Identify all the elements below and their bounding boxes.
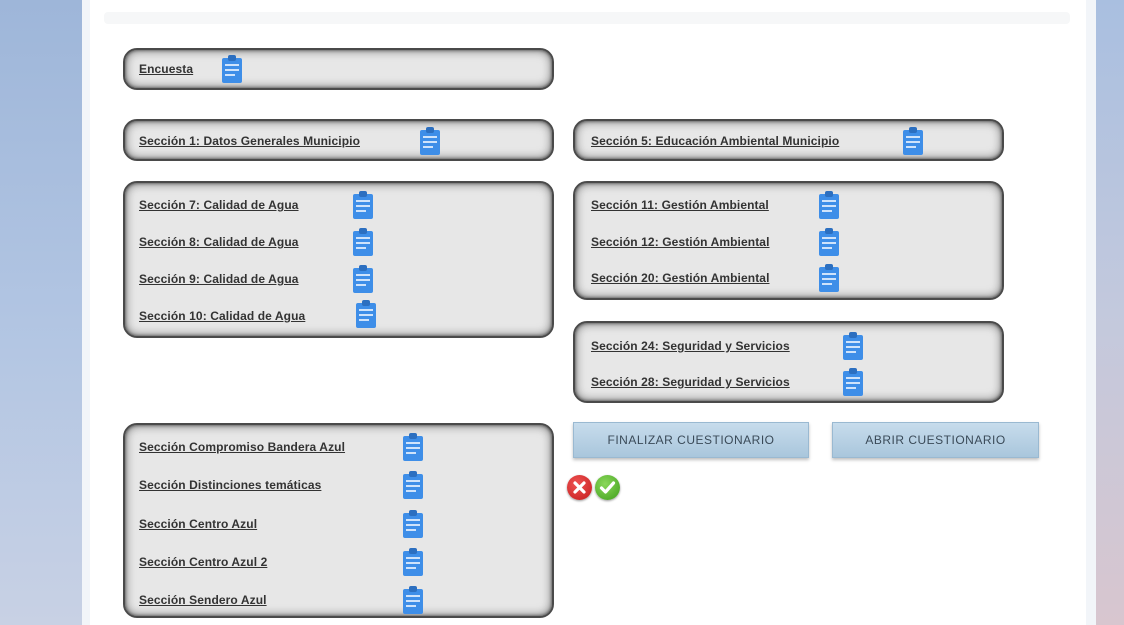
panel-seccion-1: Sección 1: Datos Generales Municipio	[123, 119, 554, 161]
seccion-8-link[interactable]: Sección 8: Calidad de Agua	[139, 235, 299, 249]
list-item: Sección Compromiso Bandera Azul	[139, 433, 539, 461]
seccion-distinciones-tematicas-link[interactable]: Sección Distinciones temáticas	[139, 478, 321, 492]
panel-encuesta: Encuesta	[123, 48, 554, 90]
clipboard-icon[interactable]	[842, 331, 864, 361]
list-item: Sección 11: Gestión Ambiental	[591, 191, 991, 219]
clipboard-icon[interactable]	[352, 190, 374, 220]
clipboard-icon[interactable]	[402, 470, 424, 500]
seccion-centro-azul-2-link[interactable]: Sección Centro Azul 2	[139, 555, 267, 569]
clipboard-icon[interactable]	[902, 126, 924, 156]
top-bar	[104, 12, 1070, 24]
right-background	[1096, 0, 1124, 625]
seccion-5-link[interactable]: Sección 5: Educación Ambiental Municipio	[591, 134, 839, 148]
seccion-sendero-azul-link[interactable]: Sección Sendero Azul	[139, 593, 267, 607]
clipboard-icon[interactable]	[352, 227, 374, 257]
right-gutter	[1086, 0, 1096, 625]
seccion-9-link[interactable]: Sección 9: Calidad de Agua	[139, 272, 299, 286]
seccion-12-link[interactable]: Sección 12: Gestión Ambiental	[591, 235, 770, 249]
list-item: Sección Sendero Azul	[139, 586, 539, 614]
list-item: Sección 9: Calidad de Agua	[139, 265, 539, 293]
clipboard-icon[interactable]	[402, 585, 424, 615]
clipboard-icon[interactable]	[221, 54, 243, 84]
check-icon[interactable]	[595, 475, 620, 500]
clipboard-icon[interactable]	[419, 126, 441, 156]
finalizar-cuestionario-button[interactable]: FINALIZAR CUESTIONARIO	[573, 422, 809, 458]
clipboard-icon[interactable]	[842, 367, 864, 397]
list-item: Sección Centro Azul	[139, 510, 539, 538]
seccion-7-link[interactable]: Sección 7: Calidad de Agua	[139, 198, 299, 212]
list-item: Encuesta	[139, 55, 539, 83]
seccion-1-link[interactable]: Sección 1: Datos Generales Municipio	[139, 134, 360, 148]
panel-bandera-azul: Sección Compromiso Bandera Azul Sección …	[123, 423, 554, 618]
abrir-cuestionario-button[interactable]: ABRIR CUESTIONARIO	[832, 422, 1039, 458]
panel-calidad-agua: Sección 7: Calidad de Agua Sección 8: Ca…	[123, 181, 554, 338]
seccion-28-link[interactable]: Sección 28: Seguridad y Servicios	[591, 375, 790, 389]
seccion-11-link[interactable]: Sección 11: Gestión Ambiental	[591, 198, 769, 212]
panel-seguridad-servicios: Sección 24: Seguridad y Servicios Secció…	[573, 321, 1004, 403]
clipboard-icon[interactable]	[402, 509, 424, 539]
left-background	[0, 0, 82, 625]
seccion-24-link[interactable]: Sección 24: Seguridad y Servicios	[591, 339, 790, 353]
seccion-10-link[interactable]: Sección 10: Calidad de Agua	[139, 309, 305, 323]
clipboard-icon[interactable]	[818, 263, 840, 293]
left-gutter	[82, 0, 90, 625]
list-item: Sección 5: Educación Ambiental Municipio	[591, 127, 991, 155]
list-item: Sección 12: Gestión Ambiental	[591, 228, 991, 256]
clipboard-icon[interactable]	[355, 299, 377, 329]
list-item: Sección 28: Seguridad y Servicios	[591, 368, 991, 396]
clipboard-icon[interactable]	[402, 432, 424, 462]
list-item: Sección 24: Seguridad y Servicios	[591, 332, 991, 360]
list-item: Sección 1: Datos Generales Municipio	[139, 127, 539, 155]
list-item: Sección 8: Calidad de Agua	[139, 228, 539, 256]
list-item: Sección 20: Gestión Ambiental	[591, 264, 991, 292]
list-item: Sección 7: Calidad de Agua	[139, 191, 539, 219]
seccion-20-link[interactable]: Sección 20: Gestión Ambiental	[591, 271, 770, 285]
clipboard-icon[interactable]	[818, 190, 840, 220]
close-icon[interactable]	[567, 475, 592, 500]
clipboard-icon[interactable]	[402, 547, 424, 577]
list-item: Sección 10: Calidad de Agua	[139, 300, 539, 329]
clipboard-icon[interactable]	[818, 227, 840, 257]
encuesta-link[interactable]: Encuesta	[139, 62, 193, 76]
seccion-centro-azul-link[interactable]: Sección Centro Azul	[139, 517, 257, 531]
panel-seccion-5: Sección 5: Educación Ambiental Municipio	[573, 119, 1004, 161]
list-item: Sección Centro Azul 2	[139, 548, 539, 576]
panel-gestion-ambiental: Sección 11: Gestión Ambiental Sección 12…	[573, 181, 1004, 300]
clipboard-icon[interactable]	[352, 264, 374, 294]
list-item: Sección Distinciones temáticas	[139, 471, 539, 499]
seccion-compromiso-bandera-azul-link[interactable]: Sección Compromiso Bandera Azul	[139, 440, 345, 454]
